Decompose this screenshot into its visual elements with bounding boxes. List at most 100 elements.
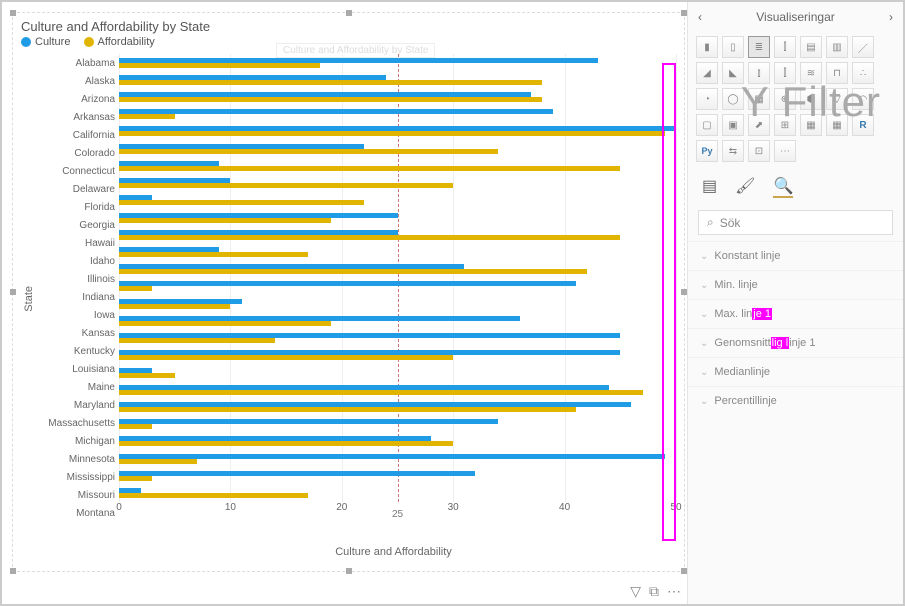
bar-affordability[interactable]	[119, 183, 453, 188]
viz-100-column-icon[interactable]: ▥	[826, 36, 848, 58]
viz-waterfall-icon[interactable]: ⊓	[826, 62, 848, 84]
y-tick-label: Delaware	[37, 184, 115, 195]
chevron-down-icon: ⌄	[700, 309, 708, 320]
resize-handle[interactable]	[346, 568, 352, 574]
resize-handle[interactable]	[346, 10, 352, 16]
bar-row	[119, 192, 676, 209]
bar-affordability[interactable]	[119, 459, 197, 464]
viz-treemap-icon[interactable]: ▦	[748, 88, 770, 110]
pane-header: ‹ Visualiseringar ›	[688, 2, 903, 32]
viz-multi-card-icon[interactable]: ▣	[722, 114, 744, 136]
viz-map-icon[interactable]: ⊕	[774, 88, 796, 110]
bar-row	[119, 467, 676, 484]
y-tick-label: Arizona	[37, 94, 115, 105]
accordion-max-line[interactable]: ⌄Max. linje 1	[688, 299, 903, 328]
viz-donut-icon[interactable]: ◯	[722, 88, 744, 110]
bar-row	[119, 330, 676, 347]
accordion-min-line[interactable]: ⌄Min. linje	[688, 270, 903, 299]
accordion-median-line[interactable]: ⌄Medianlinje	[688, 357, 903, 386]
viz-kpi-icon[interactable]: ⬈	[748, 114, 770, 136]
legend-item-culture[interactable]: Culture	[21, 36, 70, 48]
resize-handle[interactable]	[10, 10, 16, 16]
focus-icon[interactable]: ⧉	[649, 583, 659, 600]
y-tick-label: Connecticut	[37, 166, 115, 177]
x-tick-label: 30	[448, 502, 459, 513]
bar-affordability[interactable]	[119, 390, 643, 395]
more-icon[interactable]: ⋯	[667, 583, 681, 600]
bar-affordability[interactable]	[119, 131, 665, 136]
search-placeholder: Sök	[720, 216, 741, 230]
bar-affordability[interactable]	[119, 407, 576, 412]
viz-py-icon[interactable]: Py	[696, 140, 718, 162]
bar-affordability[interactable]	[119, 286, 152, 291]
bar-affordability[interactable]	[119, 114, 175, 119]
y-axis-label: State	[21, 286, 37, 312]
analytics-tab-icon[interactable]: 🔍	[773, 176, 793, 198]
viz-clustered-column-icon[interactable]: ⫿	[774, 36, 796, 58]
viz-area-icon[interactable]: ◢	[696, 62, 718, 84]
bar-affordability[interactable]	[119, 235, 620, 240]
legend-item-affordability[interactable]: Affordability	[84, 36, 155, 48]
search-input[interactable]: ⌕ Sök	[698, 210, 893, 235]
viz-table-icon[interactable]: ▦	[800, 114, 822, 136]
bar-affordability[interactable]	[119, 80, 542, 85]
bar-row	[119, 88, 676, 105]
viz-combo2-icon[interactable]: ⫿	[774, 62, 796, 84]
accordion-percentile-line[interactable]: ⌄Percentillinje	[688, 386, 903, 415]
y-axis-ticks: AlabamaAlaskaArizonaArkansasCaliforniaCo…	[37, 54, 119, 522]
y-tick-label: Massachusetts	[37, 418, 115, 429]
bar-affordability[interactable]	[119, 218, 331, 223]
bar-culture[interactable]	[119, 419, 498, 424]
bar-affordability[interactable]	[119, 355, 453, 360]
bar-culture[interactable]	[119, 281, 576, 286]
bar-affordability[interactable]	[119, 269, 587, 274]
fields-tab-icon[interactable]: ▤	[702, 176, 717, 198]
viz-funnel-icon[interactable]: ▽	[826, 88, 848, 110]
bar-culture[interactable]	[119, 471, 475, 476]
viz-stacked-bar-icon[interactable]: ▮	[696, 36, 718, 58]
bar-affordability[interactable]	[119, 424, 152, 429]
bar-culture[interactable]	[119, 109, 553, 114]
bar-affordability[interactable]	[119, 373, 175, 378]
bar-affordability[interactable]	[119, 149, 498, 154]
accordion-average-line[interactable]: ⌄Genomsnittlig linje 1	[688, 328, 903, 357]
viz-gauge-icon[interactable]: ◠	[852, 88, 874, 110]
viz-clustered-bar-icon[interactable]: ≣	[748, 36, 770, 58]
bar-affordability[interactable]	[119, 200, 364, 205]
viz-filled-map-icon[interactable]: ⬢	[800, 88, 822, 110]
viz-combo-icon[interactable]: ⫾	[748, 62, 770, 84]
bar-affordability[interactable]	[119, 493, 308, 498]
viz-qa-icon[interactable]: ⊡	[748, 140, 770, 162]
viz-pie-icon[interactable]: ◔	[696, 88, 718, 110]
viz-more-icon[interactable]: ⋯	[774, 140, 796, 162]
viz-stacked-column-icon[interactable]: ▯	[722, 36, 744, 58]
bar-affordability[interactable]	[119, 304, 230, 309]
visual-container[interactable]: Culture and Affordability by State Cultu…	[12, 12, 685, 572]
bar-affordability[interactable]	[119, 166, 620, 171]
viz-ribbon-icon[interactable]: ≋	[800, 62, 822, 84]
bar-culture[interactable]	[119, 454, 665, 459]
bar-affordability[interactable]	[119, 441, 453, 446]
bar-affordability[interactable]	[119, 338, 275, 343]
viz-slicer-icon[interactable]: ⊞	[774, 114, 796, 136]
bar-affordability[interactable]	[119, 97, 542, 102]
format-tab-icon[interactable]: 🖌	[735, 176, 755, 198]
bar-affordability[interactable]	[119, 63, 320, 68]
bar-affordability[interactable]	[119, 476, 152, 481]
accordion-constant-line[interactable]: ⌄Konstant linje	[688, 241, 903, 270]
viz-scatter-icon[interactable]: ∴	[852, 62, 874, 84]
chevron-right-icon[interactable]: ›	[889, 10, 893, 24]
viz-matrix-icon[interactable]: ▦	[826, 114, 848, 136]
chevron-left-icon[interactable]: ‹	[698, 10, 702, 24]
bar-affordability[interactable]	[119, 252, 308, 257]
resize-handle[interactable]	[10, 568, 16, 574]
viz-line-icon[interactable]: ／	[852, 36, 874, 58]
viz-card-icon[interactable]: ▢	[696, 114, 718, 136]
filter-icon[interactable]: ▽	[630, 583, 641, 600]
viz-r-icon[interactable]: R	[852, 114, 874, 136]
viz-stacked-area-icon[interactable]: ◣	[722, 62, 744, 84]
viz-key-influencers-icon[interactable]: ⇆	[722, 140, 744, 162]
viz-100-bar-icon[interactable]: ▤	[800, 36, 822, 58]
bar-affordability[interactable]	[119, 321, 331, 326]
x-tick-label: 20	[336, 502, 347, 513]
